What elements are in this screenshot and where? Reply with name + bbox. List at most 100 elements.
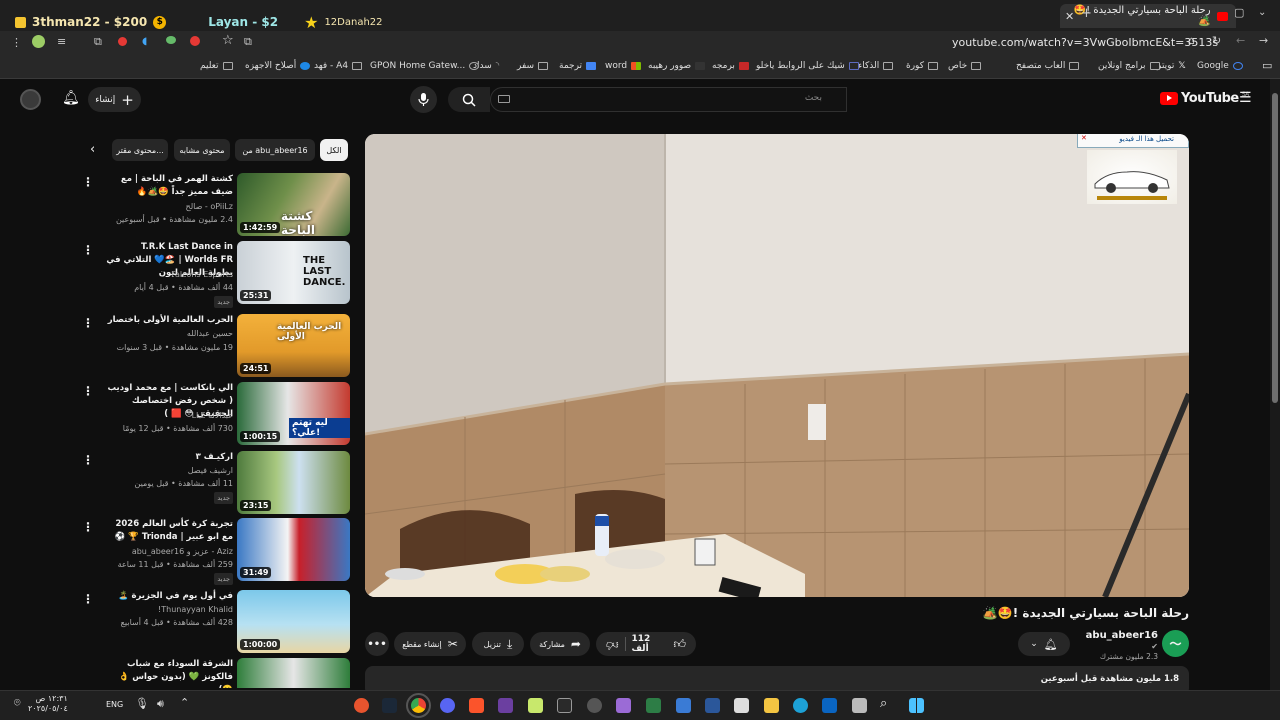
video-thumbnail[interactable]: THE LAST DANCE. 25:31 <box>237 241 350 304</box>
related-video-item[interactable]: الحرب العالمية الأولى 24:51 الحرب العالمي… <box>82 314 350 377</box>
bookmark-item[interactable]: GPON Home Gatew... <box>370 61 480 71</box>
chip-related[interactable]: محتوى مشابه <box>174 139 230 161</box>
channel-name[interactable]: ارشيف فيصل <box>105 465 233 477</box>
channel-info[interactable]: abu_abeer16 ✔ 2.3 مليون مشترك <box>1080 630 1158 661</box>
forward-icon[interactable]: ← <box>1236 34 1245 47</box>
video-player[interactable]: تحميل هذا الـ فيديو ✕ <box>365 134 1189 597</box>
video-thumbnail[interactable]: كشتة الباحة 1:42:59 <box>237 173 350 236</box>
chips-scroll-left-icon[interactable]: ‹ <box>90 142 95 157</box>
video-title[interactable]: الشرقة السوداء مع شباب فالكونز 💚 (بدون ح… <box>105 658 233 688</box>
app-icon[interactable] <box>616 698 631 713</box>
bookmark-item[interactable]: word <box>605 61 642 71</box>
download-button[interactable]: ⤓ تنزيل <box>472 632 524 656</box>
page-scrollbar[interactable] <box>1270 79 1280 690</box>
channel-name-row[interactable]: abu_abeer16 ✔ <box>1080 630 1158 652</box>
dislike-button[interactable]: 👍︎ <box>606 637 619 652</box>
bookmark-item[interactable]: خاص <box>948 61 982 71</box>
more-actions-icon[interactable]: ⋮ <box>82 520 94 534</box>
channel-name[interactable]: عبدالاله LLE <box>105 410 233 422</box>
terminal-icon[interactable] <box>646 698 661 713</box>
chip-all[interactable]: الكل <box>320 139 348 161</box>
video-download-helper[interactable]: تحميل هذا الـ فيديو ✕ <box>1077 134 1189 148</box>
account-avatar[interactable] <box>20 89 41 110</box>
bookmark-item[interactable]: كورة <box>906 61 938 71</box>
puzzle-icon[interactable]: ⧉ <box>94 35 102 49</box>
bookmark-item[interactable]: تويتر 𝕏 <box>1157 61 1186 71</box>
more-actions-button[interactable]: ••• <box>365 632 389 656</box>
channel-name[interactable]: Aziz - عزيز و abu_abeer16 <box>105 546 233 558</box>
url-field[interactable]: youtube.com/watch?v=3VwGboIbmcE&t=3513s <box>952 36 1218 49</box>
extensions-icon[interactable]: ≡ <box>57 35 66 48</box>
channel-name[interactable]: Falcons Esports <box>105 269 233 281</box>
more-actions-icon[interactable]: ⋮ <box>82 316 94 330</box>
bookmark-item[interactable]: برمجه <box>712 61 749 71</box>
new-tab-icon[interactable]: + <box>1081 6 1092 21</box>
channel-name[interactable]: Thunayyan Khalid! <box>105 604 233 616</box>
bookmark-item[interactable]: Google <box>1197 61 1243 71</box>
extension-icon[interactable] <box>118 37 127 46</box>
related-video-item[interactable]: الشرقة السوداء مع شباب فالكونز 💚 (بدون ح… <box>100 658 350 688</box>
like-button[interactable]: 👍︎ <box>673 637 686 652</box>
create-button[interactable]: إنشاء + <box>88 87 141 112</box>
channel-name[interactable]: حسين عبدالله <box>105 328 233 340</box>
profile-icon[interactable] <box>32 35 45 48</box>
app-icon[interactable] <box>528 698 543 713</box>
microphone-tray-icon[interactable]: 🎙︎ <box>135 697 149 710</box>
video-title[interactable]: كشتة الهمر في الباحة | مع ضيف مميز جداً … <box>105 173 233 199</box>
video-thumbnail[interactable]: الحرب العالمية الأولى 24:51 <box>237 314 350 377</box>
related-video-item[interactable]: THE LAST DANCE. 25:31 T.R.K Last Dance in W… <box>82 241 350 308</box>
show-hidden-icons[interactable]: ⌃ <box>180 696 189 709</box>
all-bookmarks-icon[interactable]: ▭ <box>1262 59 1272 72</box>
edge-icon[interactable] <box>793 698 808 713</box>
chip-from-channel[interactable]: من abu_abeer16 <box>235 139 315 161</box>
bookmark-item[interactable]: الذكاء <box>858 61 894 71</box>
video-title[interactable]: تجربة كرة كأس العالم 2026 مع ابو عبير | … <box>105 518 233 544</box>
video-title[interactable]: في أول يوم في الجزيرة 🏝️ <box>105 590 233 603</box>
search-button[interactable] <box>448 87 490 112</box>
discord-icon[interactable] <box>440 698 455 713</box>
related-video-item[interactable]: 31:49 تجربة كرة كأس العالم 2026 مع ابو ع… <box>82 518 350 585</box>
clock[interactable]: ١٢:٣١ ص ٢٠٢٥/٠٥/٠٤ <box>28 694 68 714</box>
video-title[interactable]: الحرب العالمية الأولى باختصار <box>105 314 233 327</box>
share-button[interactable]: ➦ مشاركة <box>530 632 590 656</box>
bookmark-item[interactable]: ترجمة <box>559 61 597 71</box>
related-video-item[interactable]: 1:00:00 في أول يوم في الجزيرة 🏝️ Thunayy… <box>82 590 350 653</box>
notifications-bell-icon[interactable]: 🔔︎ <box>62 90 80 106</box>
bookmark-item[interactable]: العاب متصفح <box>1016 61 1080 71</box>
network-icon[interactable]: ⌾ <box>14 696 21 710</box>
bookmark-item[interactable]: فهد - A4 <box>314 61 363 71</box>
minimize-window-icon[interactable]: ⌄ <box>1258 7 1266 18</box>
video-thumbnail[interactable]: ليه تهتم علي؟! 1:00:15 <box>237 382 350 445</box>
bookmark-item[interactable]: تعليم <box>200 61 233 71</box>
channel-name[interactable]: abu_abeer16 <box>1086 630 1158 641</box>
channel-avatar[interactable]: 〜 <box>1162 630 1189 657</box>
bookmark-item[interactable]: برامج اونلاين <box>1098 61 1160 71</box>
steam-icon[interactable] <box>382 698 397 713</box>
menu-icon[interactable]: ⋮ <box>11 36 22 49</box>
speaker-tray-icon[interactable]: 🔊︎ <box>157 697 164 711</box>
video-thumbnail[interactable]: 31:49 <box>237 518 350 581</box>
app-icon[interactable] <box>852 698 867 713</box>
more-actions-icon[interactable]: ⋮ <box>82 175 94 189</box>
chrome-icon[interactable] <box>406 693 431 718</box>
search-input[interactable]: بحث <box>490 87 847 112</box>
brave-icon[interactable] <box>469 698 484 713</box>
guide-menu-icon[interactable]: ☰ <box>1239 90 1252 106</box>
extension-icon[interactable]: ◖ <box>142 36 147 47</box>
app-icon[interactable] <box>587 698 602 713</box>
video-thumbnail[interactable]: 1:00:00 <box>237 590 350 653</box>
voice-search-button[interactable] <box>410 86 437 113</box>
notepad-icon[interactable] <box>676 698 691 713</box>
bookmark-star-icon[interactable]: ☆ <box>222 33 234 48</box>
restore-window-icon[interactable]: ▢ <box>1234 6 1244 19</box>
photos-icon[interactable] <box>822 698 837 713</box>
bookmark-item[interactable]: أصلاح الاجهزه <box>245 61 311 71</box>
related-video-item[interactable]: ليه تهتم علي؟! 1:00:15 الي بانكاست | مع م… <box>82 382 350 446</box>
close-icon[interactable]: ✕ <box>1081 134 1087 142</box>
more-actions-icon[interactable]: ⋮ <box>82 243 94 257</box>
notes-icon[interactable] <box>734 698 749 713</box>
chip-recommended[interactable]: محتوى مقتر... <box>112 139 168 161</box>
extension-icon[interactable] <box>166 36 176 44</box>
video-thumbnail[interactable] <box>237 658 350 688</box>
extension-icon[interactable] <box>190 36 200 46</box>
